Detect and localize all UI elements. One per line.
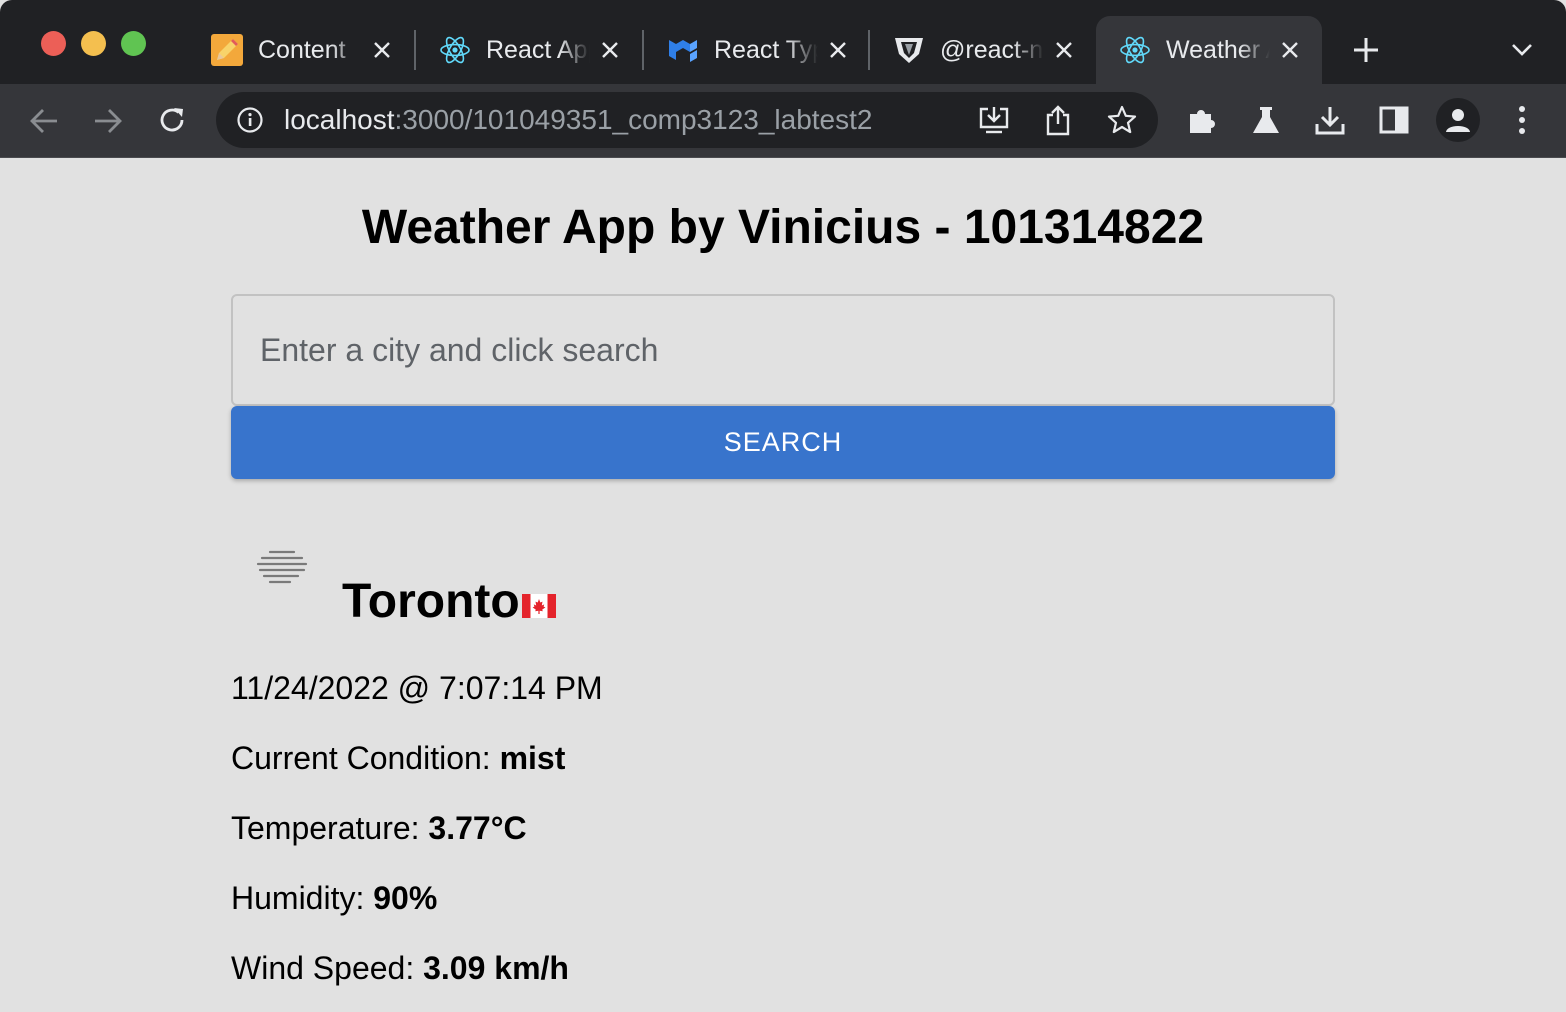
back-button[interactable]: [22, 99, 66, 143]
tab-label: Weather App: [1166, 36, 1270, 64]
tab-label: React App: [486, 36, 590, 64]
profile-avatar[interactable]: [1436, 98, 1480, 142]
flask-icon: [1253, 107, 1279, 133]
tab-label: React Typescript: [714, 36, 818, 64]
condition-row: Current Condition: mist: [231, 738, 565, 778]
mui-icon: [666, 33, 700, 67]
puzzle-icon: [1190, 110, 1215, 133]
address-bar[interactable]: localhost:3000/101049351_comp3123_labtes…: [216, 92, 1158, 148]
url-text: localhost:3000/101049351_comp3123_labtes…: [284, 103, 872, 137]
browser-window: Content React App React Ty @react-n Weat…: [0, 0, 1566, 1012]
page-content: Weather App by Vinicius - 101314822 SEAR…: [0, 158, 1566, 1012]
browser-menu-button[interactable]: [1500, 98, 1544, 142]
react-icon: [438, 33, 472, 67]
bookmark-star-icon[interactable]: [1102, 100, 1142, 140]
tab-label: Content: [258, 36, 346, 64]
city-name: Toronto: [342, 575, 520, 628]
tab-label: @react-navigation: [940, 36, 1044, 64]
close-icon[interactable]: [594, 34, 626, 66]
mist-icon: [250, 546, 314, 586]
pencil-icon: [210, 33, 244, 67]
wind-speed-value: 3.09 km/h: [423, 950, 569, 986]
page-title: Weather App by Vinicius - 101314822: [361, 201, 1205, 254]
new-tab-button[interactable]: [1346, 30, 1386, 70]
temperature-value: 3.77°C: [428, 810, 527, 846]
reload-icon: [160, 108, 184, 132]
maximize-window-button[interactable]: [121, 31, 146, 56]
plus-icon: [1354, 38, 1378, 62]
search-button[interactable]: SEARCH: [231, 406, 1335, 479]
tab-react-app[interactable]: React App: [416, 16, 642, 84]
humidity-row: Humidity: 90%: [231, 878, 437, 918]
arrow-right-icon: [95, 109, 122, 133]
close-icon[interactable]: [1274, 34, 1306, 66]
install-app-icon[interactable]: [974, 100, 1014, 140]
city-search-input[interactable]: [231, 294, 1335, 406]
shield-icon: [892, 33, 926, 67]
share-icon[interactable]: [1038, 100, 1078, 140]
close-icon[interactable]: [366, 34, 398, 66]
tab-react-typescript[interactable]: React Typescript: [644, 16, 870, 84]
tab-search-button[interactable]: [1504, 32, 1540, 68]
side-panel-button[interactable]: [1372, 98, 1416, 142]
close-icon[interactable]: [822, 34, 854, 66]
temperature-row: Temperature: 3.77°C: [231, 808, 527, 848]
tab-strip: Content React App React Ty @react-n Weat…: [0, 0, 1566, 84]
close-icon[interactable]: [1048, 34, 1080, 66]
url-path: :3000/101049351_comp3123_labtest2: [394, 104, 873, 135]
forward-button[interactable]: [86, 99, 130, 143]
tab-react-navigation[interactable]: @react-navigation: [870, 16, 1096, 84]
chevron-down-icon: [1512, 44, 1532, 56]
browser-toolbar: localhost:3000/101049351_comp3123_labtes…: [0, 84, 1566, 158]
canada-flag-icon: [522, 594, 556, 618]
condition-value: mist: [499, 740, 566, 776]
tab-content[interactable]: Content: [188, 16, 414, 84]
minimize-window-button[interactable]: [81, 31, 106, 56]
wind-speed-label: Wind Speed:: [231, 950, 424, 986]
labs-button[interactable]: [1244, 98, 1288, 142]
person-icon: [1446, 109, 1470, 132]
condition-label: Current Condition:: [231, 740, 500, 776]
humidity-label: Humidity:: [231, 880, 374, 916]
reload-button[interactable]: [150, 98, 194, 142]
arrow-left-icon: [30, 109, 57, 133]
tab-weather-app[interactable]: Weather App: [1096, 16, 1322, 84]
temperature-label: Temperature:: [231, 810, 429, 846]
humidity-value: 90%: [373, 880, 438, 916]
url-host: localhost: [284, 104, 395, 135]
wind-speed-row: Wind Speed: 3.09 km/h: [231, 948, 569, 988]
extensions-button[interactable]: [1180, 98, 1224, 142]
downloads-button[interactable]: [1308, 98, 1352, 142]
more-vert-icon: [1519, 106, 1525, 134]
info-icon[interactable]: [234, 104, 266, 136]
datetime: 11/24/2022 @ 7:07:14 PM: [231, 670, 603, 706]
react-icon: [1118, 33, 1152, 67]
close-window-button[interactable]: [41, 31, 66, 56]
side-panel-icon: [1379, 106, 1409, 134]
download-icon: [1315, 107, 1345, 135]
